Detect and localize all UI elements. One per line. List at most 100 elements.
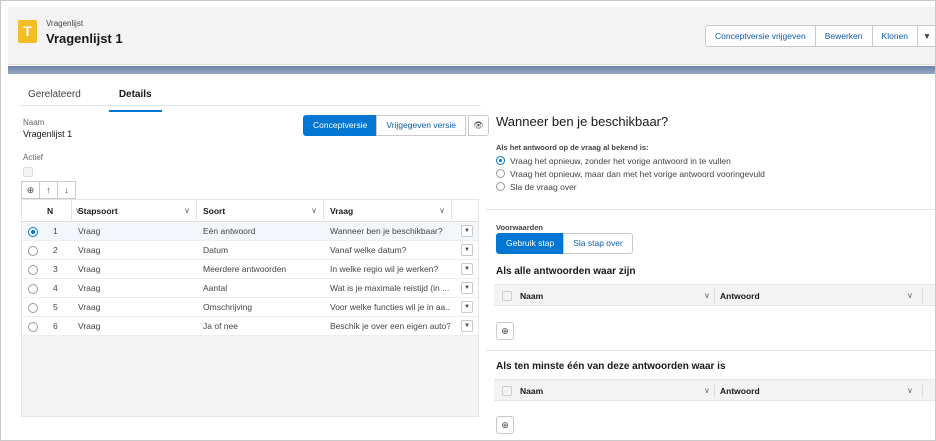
skip-step-button[interactable]: Sla stap over: [563, 233, 633, 254]
name-label: Naam: [23, 118, 45, 127]
section-divider: [486, 209, 935, 210]
chevron-down-icon[interactable]: ∨: [907, 285, 913, 307]
step-toggle: Gebruik stap Sla stap over: [496, 233, 633, 254]
all-true-heading: Als alle antwoorden waar zijn: [496, 266, 636, 277]
add-condition-icon[interactable]: ⊕: [496, 322, 514, 340]
row-actions-chevron-icon[interactable]: ▼: [461, 282, 473, 294]
record-header: T Vragenlijst Vragenlijst 1 Conceptversi…: [8, 7, 935, 65]
cell-vraag: Vanaf welke datum?: [330, 245, 407, 255]
table-row[interactable]: 1 Vraag Eén antwoord Wanneer ben je beschik…: [22, 222, 478, 241]
cell-soort: Datum: [203, 245, 229, 255]
chevron-down-icon[interactable]: ∨: [704, 380, 710, 402]
cell-stapsoort: Vraag: [78, 245, 101, 255]
move-up-icon[interactable]: ↑: [39, 181, 58, 199]
table-row[interactable]: 2 Vraag Datum Vanaf welke datum? ▼: [22, 241, 478, 260]
table-row[interactable]: 3 Vraag Meerdere antwoorden In welke regio …: [22, 260, 478, 279]
add-step-icon[interactable]: ⊕: [21, 181, 40, 199]
row-select-radio[interactable]: [28, 265, 38, 275]
table-row[interactable]: 5 Vraag Omschrijving Voor welke functies wi…: [22, 298, 478, 317]
cell-n: 4: [53, 283, 58, 293]
name-value: Vragenlijst 1: [23, 129, 73, 139]
col-soort-header[interactable]: Soort ∨: [197, 200, 324, 222]
header-band: [8, 66, 935, 74]
released-version-button[interactable]: Vrijgegeven versie: [376, 115, 466, 136]
col-answer-header[interactable]: Antwoord: [720, 285, 760, 307]
preview-eye-icon[interactable]: 👁: [467, 115, 489, 136]
clone-button[interactable]: Klonen: [871, 25, 918, 47]
option-label: Vraag het opnieuw, zonder het vorige ant…: [510, 156, 731, 166]
cell-vraag: Beschik je over een eigen auto?: [330, 321, 450, 331]
cell-n: 2: [53, 245, 58, 255]
select-col-header: [22, 200, 47, 222]
active-checkbox: [23, 167, 33, 177]
any-true-table-header: Naam ∨ Antwoord ∨: [494, 379, 935, 402]
cell-vraag: Wanneer ben je beschikbaar?: [330, 226, 443, 236]
radio-button[interactable]: [496, 156, 505, 165]
tab-bar: Gerelateerd Details: [28, 88, 190, 112]
row-select-radio[interactable]: [28, 303, 38, 313]
row-actions-chevron-icon[interactable]: ▼: [461, 301, 473, 313]
row-actions-chevron-icon[interactable]: ▼: [461, 320, 473, 332]
chevron-down-icon: ∨: [439, 206, 445, 215]
col-stapsoort-label: Stapsoort: [78, 206, 118, 216]
option-ask-empty[interactable]: Vraag het opnieuw, zonder het vorige ant…: [496, 156, 731, 166]
question-title: Wanneer ben je beschikbaar?: [496, 114, 669, 129]
select-all-checkbox[interactable]: [502, 291, 512, 301]
cell-soort: Eén antwoord: [203, 226, 256, 236]
move-down-icon[interactable]: ↓: [57, 181, 76, 199]
cell-soort: Ja of nee: [203, 321, 238, 331]
row-actions-chevron-icon[interactable]: ▼: [461, 225, 473, 237]
use-step-button[interactable]: Gebruik stap: [496, 233, 565, 254]
chevron-down-icon[interactable]: ∨: [704, 285, 710, 307]
column-divider: [714, 289, 715, 303]
app-frame: T Vragenlijst Vragenlijst 1 Conceptversi…: [0, 0, 936, 441]
table-row[interactable]: 6 Vraag Ja of nee Beschik je over een eigen…: [22, 317, 478, 336]
cell-vraag: In welke regio wil je werken?: [330, 264, 439, 274]
tab-divider: [19, 105, 481, 106]
col-soort-label: Soort: [203, 206, 226, 216]
cell-vraag: Wat is je maximale reistijd (in ...: [330, 283, 450, 293]
col-vraag-header[interactable]: Vraag ∨: [324, 200, 452, 222]
row-select-radio[interactable]: [28, 227, 38, 237]
cell-vraag: Voor welke functies wil je in aa...: [330, 302, 450, 312]
col-answer-header[interactable]: Antwoord: [720, 380, 760, 402]
row-select-radio[interactable]: [28, 284, 38, 294]
option-ask-prefilled[interactable]: Vraag het opnieuw, maar dan met het vori…: [496, 169, 765, 179]
steps-grid: N ∨ Stapsoort ∨ Soort ∨ Vraag ∨ 1 Vraag Eén an…: [21, 199, 479, 417]
select-all-checkbox[interactable]: [502, 386, 512, 396]
add-condition-icon[interactable]: ⊕: [496, 416, 514, 434]
chevron-down-icon: ∨: [311, 206, 317, 215]
cell-soort: Aantal: [203, 283, 228, 293]
tab-details[interactable]: Details: [108, 88, 162, 112]
table-row[interactable]: 4 Vraag Aantal Wat is je maximale reistijd …: [22, 279, 478, 298]
cell-stapsoort: Vraag: [78, 302, 101, 312]
edit-button[interactable]: Bewerken: [814, 25, 873, 47]
object-type-label: Vragenlijst: [46, 19, 84, 28]
cell-stapsoort: Vraag: [78, 264, 101, 274]
cell-n: 5: [53, 302, 58, 312]
col-n-header[interactable]: N ∨: [47, 200, 81, 222]
row-select-radio[interactable]: [28, 322, 38, 332]
tab-related[interactable]: Gerelateerd: [28, 88, 81, 106]
col-n-label: N: [47, 206, 54, 216]
radio-button[interactable]: [496, 182, 505, 191]
row-actions-chevron-icon[interactable]: ▼: [461, 263, 473, 275]
option-skip[interactable]: Sla de vraag over: [496, 182, 577, 192]
release-concept-button[interactable]: Conceptversie vrijgeven: [705, 25, 816, 47]
header-actions: Conceptversie vrijgeven Bewerken Klonen …: [705, 25, 935, 47]
chevron-down-icon[interactable]: ∨: [907, 380, 913, 402]
more-actions-chevron-icon[interactable]: ▼: [917, 25, 935, 47]
col-name-header[interactable]: Naam: [520, 285, 543, 307]
row-actions-chevron-icon[interactable]: ▼: [461, 244, 473, 256]
col-vraag-label: Vraag: [330, 206, 354, 216]
row-select-radio[interactable]: [28, 246, 38, 256]
col-name-header[interactable]: Naam: [520, 380, 543, 402]
concept-version-button[interactable]: Conceptversie: [303, 115, 378, 136]
active-label: Actief: [23, 153, 44, 162]
column-divider: [922, 384, 923, 398]
radio-button[interactable]: [496, 169, 505, 178]
col-stapsoort-header[interactable]: Stapsoort ∨: [72, 200, 197, 222]
grid-toolbar: ⊕ ↑ ↓: [21, 181, 76, 199]
cell-soort: Omschrijving: [203, 302, 253, 312]
column-divider: [714, 384, 715, 398]
